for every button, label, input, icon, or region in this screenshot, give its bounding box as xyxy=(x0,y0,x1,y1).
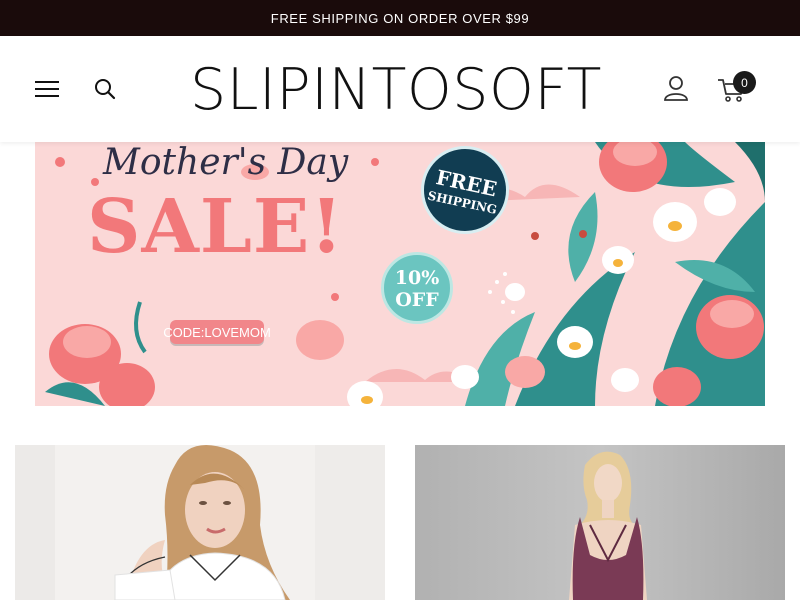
cart-count-badge: 0 xyxy=(733,71,756,94)
product-card-white-pajamas[interactable] xyxy=(15,445,385,600)
banner-script-text: Mother's Day xyxy=(103,142,349,183)
announcement-bar: FREE SHIPPING ON ORDER OVER $99 xyxy=(0,0,800,36)
announcement-text: FREE SHIPPING ON ORDER OVER $99 xyxy=(270,10,530,26)
discount-badge-line1: 10% xyxy=(394,267,440,289)
mothers-day-sale-banner[interactable]: Mother's Day SALE! FREE SHIPPING 10% OFF… xyxy=(35,142,765,406)
banner-sale-text: SALE! xyxy=(87,184,344,270)
product-card-purple-nightgown[interactable] xyxy=(415,445,785,600)
search-icon[interactable] xyxy=(92,76,118,102)
site-header: SLIPINTOSOFT 0 xyxy=(0,36,800,142)
promo-code-label: CODE:LOVEMOM xyxy=(163,320,271,344)
product-image-purple-nightgown xyxy=(415,445,785,600)
product-image-white-pajamas xyxy=(15,445,385,600)
menu-icon[interactable] xyxy=(33,78,61,100)
site-logo[interactable]: SLIPINTOSOFT xyxy=(166,57,626,123)
discount-badge: 10% OFF xyxy=(381,252,453,324)
user-icon[interactable] xyxy=(662,74,690,102)
discount-badge-line2: OFF xyxy=(395,289,439,311)
